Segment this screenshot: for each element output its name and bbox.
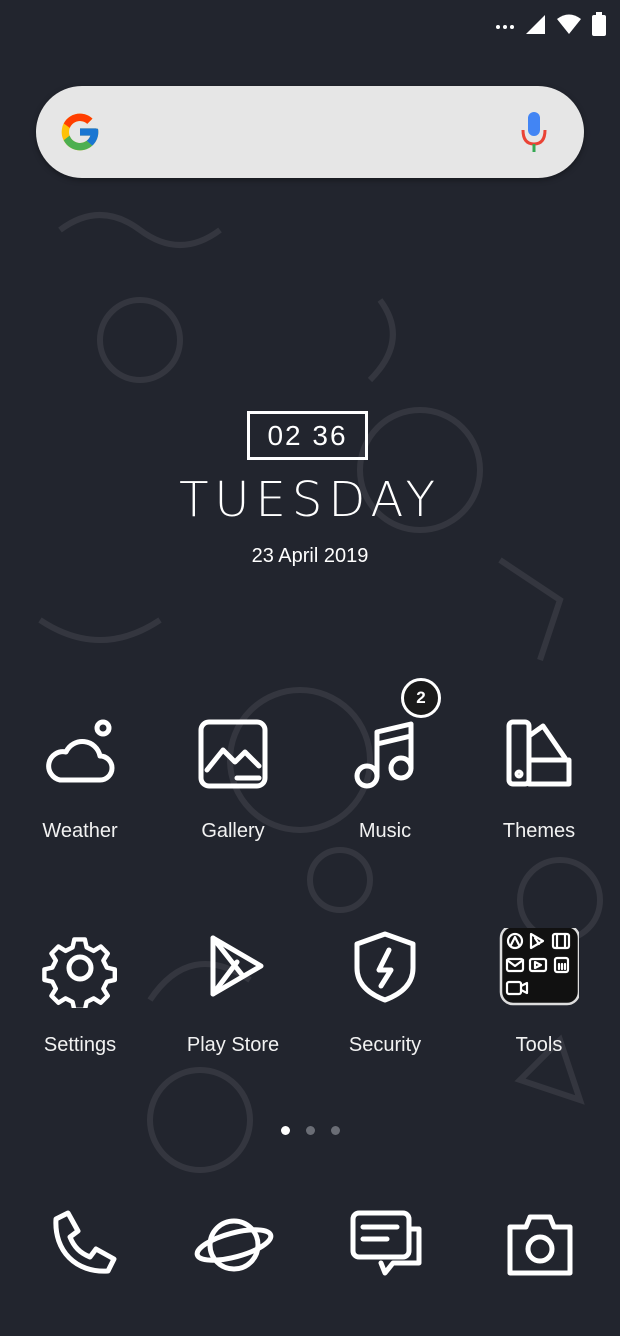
app-themes[interactable]: Themes xyxy=(464,714,614,843)
clock-time[interactable]: 02 36 xyxy=(247,411,368,460)
app-label: Music xyxy=(358,820,412,842)
themes-icon xyxy=(499,714,579,794)
dock-phone[interactable] xyxy=(42,1205,122,1285)
app-label: Weather xyxy=(42,820,118,842)
google-logo-icon xyxy=(61,113,99,151)
page-dot[interactable] xyxy=(330,1126,340,1135)
wallpaper xyxy=(0,0,620,1336)
app-label: Tools xyxy=(515,1034,563,1056)
notification-badge: 2 xyxy=(401,678,441,718)
wifi-icon xyxy=(557,14,581,34)
more-dots-icon xyxy=(496,25,514,29)
camera-icon xyxy=(507,1214,573,1276)
page-indicator[interactable] xyxy=(0,1126,620,1135)
app-gallery[interactable]: Gallery xyxy=(158,714,308,843)
app-settings[interactable]: Settings xyxy=(5,928,155,1057)
phone-icon xyxy=(53,1210,117,1274)
app-tools-folder[interactable]: Tools xyxy=(464,924,614,1057)
app-label: Play Store xyxy=(186,1034,280,1056)
gallery-icon xyxy=(193,714,273,794)
app-play-store[interactable]: Play Store xyxy=(158,928,308,1057)
signal-icon xyxy=(526,15,545,34)
dock-browser[interactable] xyxy=(194,1205,274,1285)
app-weather[interactable]: Weather xyxy=(5,714,155,843)
browser-icon xyxy=(194,1218,274,1272)
page-dot[interactable] xyxy=(305,1126,315,1135)
app-music[interactable]: 2 Music xyxy=(310,678,460,843)
app-security[interactable]: Security xyxy=(310,928,460,1057)
google-search-bar[interactable] xyxy=(36,86,584,178)
app-label: Security xyxy=(348,1034,422,1056)
messages-icon xyxy=(350,1210,422,1276)
music-icon: 2 xyxy=(345,678,441,794)
settings-icon xyxy=(40,928,120,1013)
tools-folder-icon xyxy=(499,924,581,1008)
weather-icon xyxy=(40,714,120,794)
dock-camera[interactable] xyxy=(500,1205,580,1285)
microphone-icon[interactable] xyxy=(520,110,548,154)
dock-messages[interactable] xyxy=(347,1205,427,1285)
clock-day: TUESDAY xyxy=(179,472,441,528)
security-icon xyxy=(345,928,425,1008)
app-label: Themes xyxy=(502,820,576,842)
app-label: Settings xyxy=(43,1034,117,1056)
status-bar xyxy=(496,10,606,38)
battery-icon xyxy=(592,12,606,36)
play-store-icon xyxy=(193,928,273,1008)
page-dot[interactable] xyxy=(280,1126,290,1135)
app-label: Gallery xyxy=(201,820,265,842)
clock-date: 23 April 2019 xyxy=(251,545,369,567)
